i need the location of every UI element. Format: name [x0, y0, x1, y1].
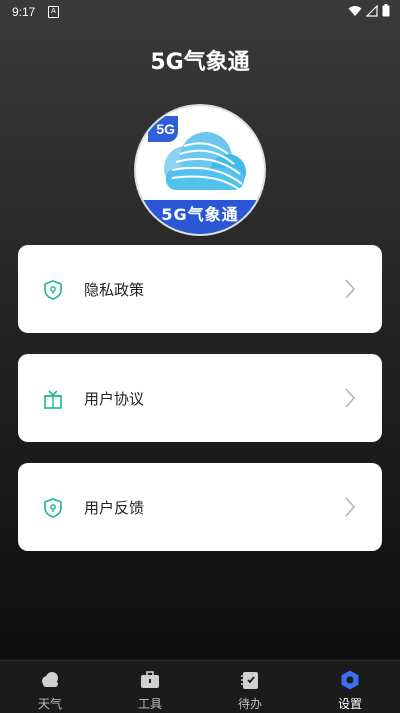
tab-label: 设置 — [337, 697, 362, 711]
chevron-right-icon — [345, 279, 356, 299]
tab-label: 工具 — [137, 697, 162, 711]
tab-weather[interactable]: 天气 — [0, 661, 100, 713]
menu-item-label: 用户协议 — [84, 390, 145, 408]
logo-5g-tag: 5G — [148, 116, 178, 142]
notification-app-icon: A — [48, 6, 59, 18]
shield-icon — [44, 280, 62, 300]
cloud-icon — [42, 672, 58, 687]
menu-item-label: 隐私政策 — [84, 281, 145, 299]
logo-banner: 5G气象通 — [136, 200, 264, 234]
todo-icon — [241, 672, 258, 689]
tab-label: 待办 — [237, 697, 262, 711]
menu-item-privacy-policy[interactable]: 隐私政策 — [18, 245, 382, 333]
chevron-right-icon — [345, 497, 356, 517]
toolbox-icon — [141, 671, 159, 688]
shield-icon — [44, 498, 62, 518]
menu-item-user-feedback[interactable]: 用户反馈 — [18, 463, 382, 551]
tab-todo[interactable]: 待办 — [200, 661, 300, 713]
tab-settings[interactable]: 设置 — [300, 661, 400, 713]
app-logo: 5G 5G气象通 — [136, 106, 264, 234]
status-bar: 9:17 A — [0, 0, 400, 24]
status-time: 9:17 — [12, 5, 36, 19]
settings-hex-icon — [341, 670, 359, 690]
tab-tools[interactable]: 工具 — [100, 661, 200, 713]
bottom-tab-bar: 天气 工具 待办 设置 — [0, 660, 400, 713]
gift-box-icon — [44, 390, 62, 409]
tab-label: 天气 — [37, 697, 62, 711]
page-title: 5G气象通 — [150, 50, 250, 75]
menu-item-user-agreement[interactable]: 用户协议 — [18, 354, 382, 442]
status-indicators — [348, 4, 390, 17]
signal-icon — [366, 4, 378, 17]
wifi-icon — [348, 5, 362, 16]
menu-item-label: 用户反馈 — [84, 499, 145, 517]
chevron-right-icon — [345, 388, 356, 408]
battery-icon — [382, 4, 390, 17]
